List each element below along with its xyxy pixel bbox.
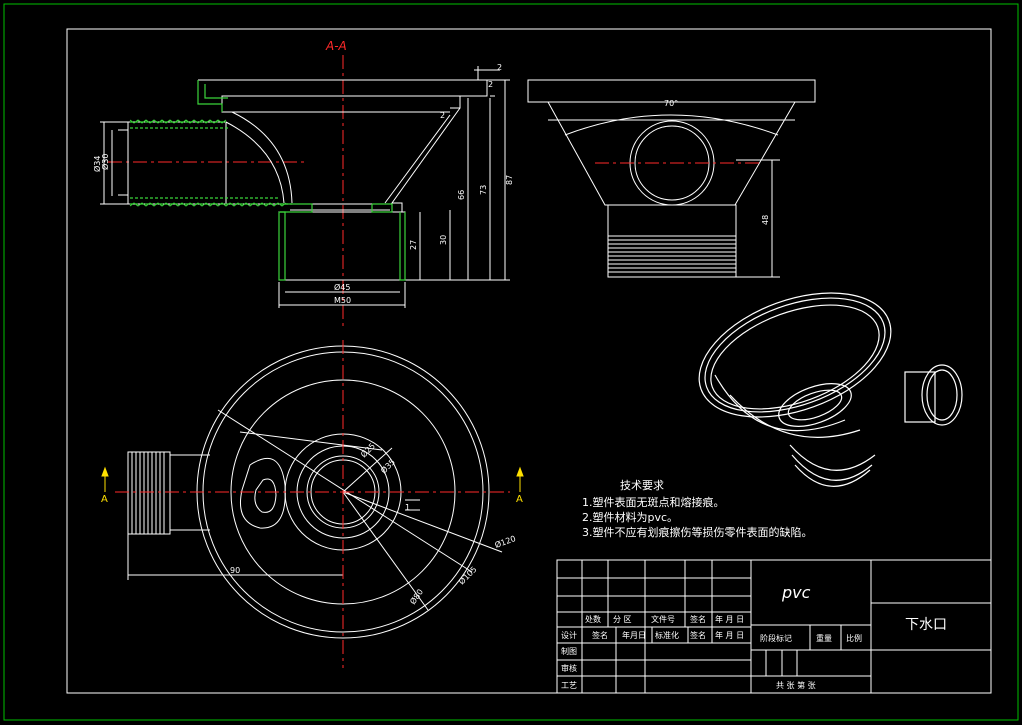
- cut-marker-right: A: [516, 494, 523, 505]
- dim-phi35: Ø35: [378, 457, 397, 476]
- dim-phi80: Ø80: [407, 587, 425, 606]
- rev-header-5: 年 月 日: [715, 614, 744, 624]
- title-block-texts: pvc 下水口 处数 分 区 文件号 签名 年 月 日 设计 签名 年月日 标准…: [561, 583, 947, 690]
- dim-2c: 2: [440, 111, 445, 120]
- cad-drawing-canvas: A-A 2 2 2 87 73 66 30 27 48 Ø45 M50 Ø34 …: [3, 3, 1019, 721]
- row-label-2: 审核: [561, 663, 577, 673]
- notes-item-2: 2.塑件材料为pvc。: [582, 510, 678, 524]
- dim-90: 90: [230, 566, 240, 575]
- design-2: 签名: [592, 630, 608, 640]
- material-text: pvc: [781, 583, 811, 602]
- section-view-aa: [100, 55, 510, 330]
- dim-48: 48: [761, 215, 770, 225]
- notes-heading: 技术要求: [620, 479, 664, 492]
- dim-phi30: Ø30: [100, 154, 110, 170]
- dim-2b: 2: [488, 80, 493, 89]
- section-label: A-A: [325, 39, 347, 53]
- rev-header-2: 分 区: [613, 615, 632, 624]
- dim-phi120: Ø120: [493, 533, 517, 550]
- design-1: 设计: [561, 630, 577, 640]
- dim-87: 87: [505, 175, 514, 185]
- top-view-centerlines: [115, 340, 510, 668]
- dim-angle: 70°: [664, 99, 678, 108]
- technical-notes: 技术要求 1.塑件表面无斑点和熔接痕。 2.塑件材料为pvc。 3.塑件不应有划…: [582, 479, 813, 539]
- dim-1: 1: [405, 503, 410, 512]
- design-6: 年 月 日: [715, 630, 744, 640]
- outer-border: [3, 3, 1019, 721]
- design-5: 签名: [690, 630, 706, 640]
- rev-header-4: 签名: [690, 614, 706, 624]
- notes-item-3: 3.塑件不应有划痕擦伤等损伤零件表面的缺陷。: [582, 525, 813, 539]
- section-arrows: [101, 466, 524, 492]
- row-label-1: 制图: [561, 646, 577, 656]
- rev-header-3: 文件号: [651, 614, 675, 624]
- dim-30: 30: [439, 235, 448, 245]
- design-3: 年月日: [622, 630, 646, 640]
- row-label-3: 工艺: [561, 681, 577, 690]
- front-view: [527, 79, 816, 278]
- section-hatch: [130, 80, 406, 281]
- dim-66: 66: [457, 190, 466, 200]
- rev-header-1: 处数: [585, 614, 601, 624]
- stage-label-2: 重量: [816, 633, 832, 643]
- dim-2a: 2: [497, 63, 502, 72]
- notes-item-1: 1.塑件表面无斑点和熔接痕。: [582, 495, 725, 509]
- front-thread-lines: [608, 235, 736, 273]
- stage-label-3: 比例: [846, 633, 862, 643]
- dim-73: 73: [479, 185, 488, 195]
- dim-27: 27: [409, 240, 418, 250]
- design-4: 标准化: [655, 630, 679, 640]
- dim-m50: M50: [334, 296, 351, 305]
- cut-marker-left: A: [101, 494, 108, 505]
- isometric-view: [698, 292, 963, 487]
- sheet-text: 共 张 第 张: [776, 680, 816, 690]
- stage-label-1: 阶段标记: [760, 633, 792, 643]
- part-name: 下水口: [905, 617, 947, 633]
- top-view-thread: [131, 452, 165, 534]
- dim-phi45: Ø45: [334, 282, 350, 292]
